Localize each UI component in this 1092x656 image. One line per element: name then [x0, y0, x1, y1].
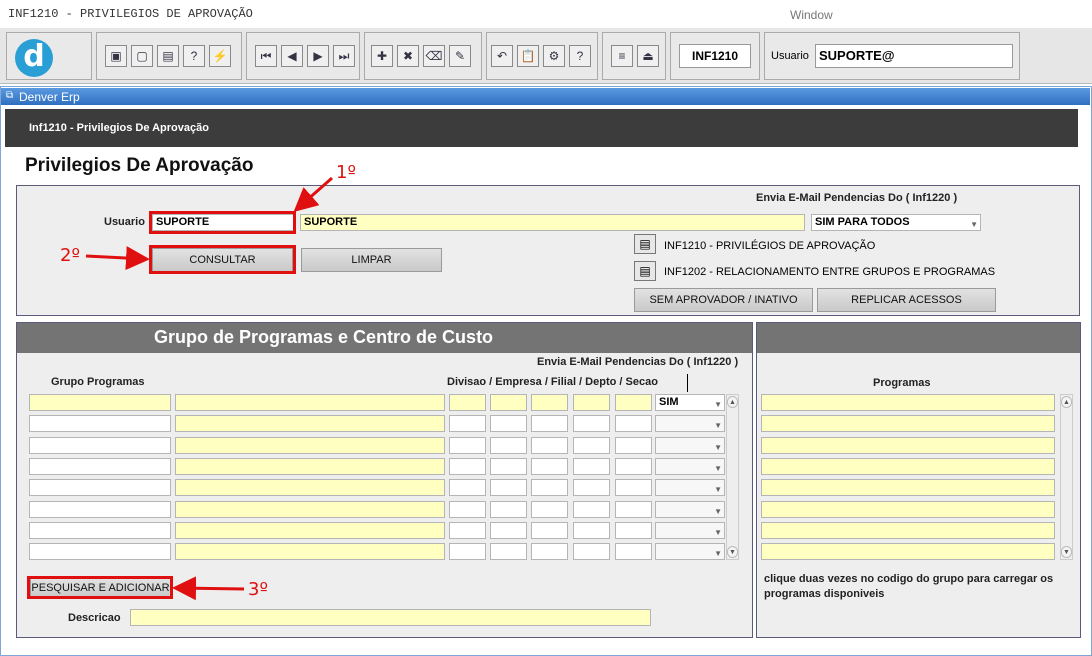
divisao-cell[interactable] — [615, 522, 652, 539]
divisao-cell[interactable] — [531, 458, 568, 475]
divisao-cell[interactable] — [573, 522, 610, 539]
grupo-code-cell[interactable] — [29, 479, 171, 496]
divisao-cell[interactable] — [615, 437, 652, 454]
divisao-cell[interactable] — [573, 437, 610, 454]
divisao-cell[interactable] — [531, 394, 568, 411]
email-cell-select[interactable]: ▼ — [655, 522, 725, 539]
arrow-1 — [293, 176, 333, 212]
grupo-code-cell[interactable] — [29, 437, 171, 454]
divisao-cell[interactable] — [615, 543, 652, 560]
divisao-cell[interactable] — [449, 501, 486, 518]
divisao-cell[interactable] — [531, 501, 568, 518]
annotation-2: 2º — [60, 245, 80, 266]
divisao-cell[interactable] — [531, 543, 568, 560]
arrow-3 — [172, 576, 245, 601]
grupo-name-cell — [175, 543, 445, 560]
programa-cell[interactable] — [761, 501, 1055, 518]
divisao-cell[interactable] — [615, 501, 652, 518]
programa-cell[interactable] — [761, 543, 1055, 560]
email-cell-select[interactable]: ▼ — [655, 543, 725, 560]
chevron-down-icon: ▼ — [714, 507, 722, 516]
divisao-cell[interactable] — [449, 415, 486, 432]
chevron-down-icon: ▼ — [714, 400, 722, 409]
divisao-cell[interactable] — [573, 415, 610, 432]
programa-cell[interactable] — [761, 394, 1055, 411]
grupo-code-cell[interactable] — [29, 458, 171, 475]
grupo-code-cell[interactable] — [29, 394, 171, 411]
divisao-cell[interactable] — [449, 437, 486, 454]
grupo-name-cell — [175, 458, 445, 475]
grupo-name-cell — [175, 501, 445, 518]
divisao-cell[interactable] — [573, 501, 610, 518]
grupo-code-cell[interactable] — [29, 543, 171, 560]
chevron-down-icon: ▼ — [714, 549, 722, 558]
grupo-name-cell — [175, 394, 445, 411]
chevron-down-icon: ▼ — [714, 464, 722, 473]
programa-cell[interactable] — [761, 415, 1055, 432]
divisao-cell[interactable] — [573, 543, 610, 560]
annotation-3: 3º — [248, 579, 268, 600]
divisao-cell[interactable] — [531, 415, 568, 432]
divisao-cell[interactable] — [490, 501, 527, 518]
chevron-down-icon: ▼ — [714, 443, 722, 452]
divisao-cell[interactable] — [531, 437, 568, 454]
divisao-cell[interactable] — [573, 394, 610, 411]
email-cell-select[interactable]: ▼ — [655, 501, 725, 518]
email-cell-select[interactable]: ▼ — [655, 415, 725, 432]
divisao-cell[interactable] — [490, 479, 527, 496]
grupo-code-cell[interactable] — [29, 415, 171, 432]
divisao-cell[interactable] — [449, 522, 486, 539]
grupo-name-cell — [175, 479, 445, 496]
divisao-cell[interactable] — [615, 458, 652, 475]
email-cell-value: SIM — [659, 396, 679, 408]
divisao-cell[interactable] — [531, 522, 568, 539]
arrow-2 — [85, 246, 150, 271]
divisao-cell[interactable] — [490, 543, 527, 560]
divisao-cell[interactable] — [615, 479, 652, 496]
divisao-cell[interactable] — [490, 522, 527, 539]
programa-cell[interactable] — [761, 479, 1055, 496]
email-cell-select[interactable]: ▼ — [655, 458, 725, 475]
divisao-cell[interactable] — [615, 415, 652, 432]
chevron-down-icon: ▼ — [714, 421, 722, 430]
divisao-cell[interactable] — [615, 394, 652, 411]
grupo-name-cell — [175, 415, 445, 432]
programa-cell[interactable] — [761, 437, 1055, 454]
grupo-name-cell — [175, 522, 445, 539]
programa-cell[interactable] — [761, 458, 1055, 475]
divisao-cell[interactable] — [449, 394, 486, 411]
divisao-cell[interactable] — [490, 394, 527, 411]
grupo-code-cell[interactable] — [29, 501, 171, 518]
divisao-cell[interactable] — [573, 479, 610, 496]
grupo-code-cell[interactable] — [29, 522, 171, 539]
divisao-cell[interactable] — [490, 415, 527, 432]
annotation-1: 1º — [336, 162, 356, 183]
grupo-name-cell — [175, 437, 445, 454]
divisao-cell[interactable] — [449, 458, 486, 475]
divisao-cell[interactable] — [449, 479, 486, 496]
divisao-cell[interactable] — [449, 543, 486, 560]
divisao-cell[interactable] — [573, 458, 610, 475]
email-cell-select[interactable]: SIM ▼ — [655, 394, 725, 411]
divisao-cell[interactable] — [531, 479, 568, 496]
email-cell-select[interactable]: ▼ — [655, 437, 725, 454]
chevron-down-icon: ▼ — [714, 485, 722, 494]
divisao-cell[interactable] — [490, 437, 527, 454]
programa-cell[interactable] — [761, 522, 1055, 539]
divisao-cell[interactable] — [490, 458, 527, 475]
email-cell-select[interactable]: ▼ — [655, 479, 725, 496]
chevron-down-icon: ▼ — [714, 528, 722, 537]
